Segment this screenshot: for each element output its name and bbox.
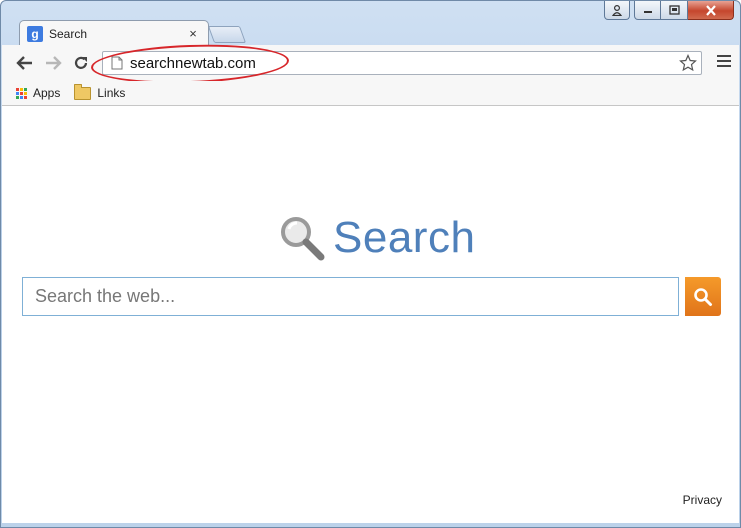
page-content: Search Privacy	[2, 106, 739, 523]
star-icon[interactable]	[678, 54, 698, 72]
bookmark-links-label: Links	[97, 86, 126, 100]
minimize-icon[interactable]	[634, 1, 661, 20]
maximize-icon[interactable]	[661, 1, 688, 20]
user-icon[interactable]	[604, 1, 630, 20]
bookmark-apps-label: Apps	[33, 86, 61, 100]
close-icon[interactable]	[688, 1, 734, 20]
google-favicon-icon: g	[27, 25, 43, 42]
search-box	[22, 277, 679, 316]
search-button[interactable]	[685, 277, 721, 316]
window-controls	[604, 1, 734, 20]
folder-icon	[74, 83, 92, 100]
privacy-link[interactable]: Privacy	[683, 493, 722, 507]
search-input[interactable]	[33, 285, 667, 308]
tab-close-icon[interactable]: ×	[186, 26, 200, 41]
magnifier-icon	[281, 217, 325, 261]
tab-title: Search	[49, 26, 88, 41]
apps-icon	[16, 87, 27, 99]
bookmark-links[interactable]: Links	[74, 83, 126, 100]
page-icon	[111, 56, 123, 70]
forward-arrow-icon[interactable]	[40, 50, 66, 76]
bookmark-apps[interactable]: Apps	[16, 86, 60, 100]
search-logo: Search	[279, 213, 475, 263]
reload-icon[interactable]	[68, 50, 94, 76]
back-arrow-icon[interactable]	[12, 50, 38, 76]
browser-toolbar: searchnewtab.com	[2, 45, 739, 81]
tab-search[interactable]: g Search ×	[19, 20, 209, 46]
browser-window: g Search × searchnewtab.com Apps Links S…	[0, 0, 741, 528]
bookmarks-bar: Apps Links	[2, 81, 739, 106]
new-tab-button[interactable]	[207, 26, 247, 43]
menu-icon[interactable]	[717, 55, 731, 70]
address-bar[interactable]: searchnewtab.com	[102, 51, 702, 75]
url-text: searchnewtab.com	[130, 54, 256, 72]
search-icon	[694, 287, 712, 306]
logo-text: Search	[333, 213, 476, 262]
